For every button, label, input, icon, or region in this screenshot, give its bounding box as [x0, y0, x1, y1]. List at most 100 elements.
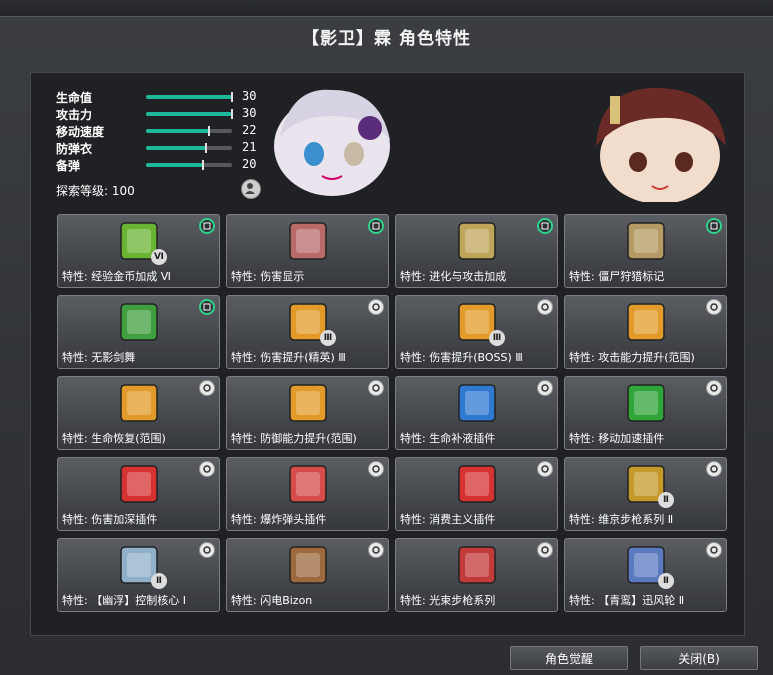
stat-value: 30 — [242, 106, 257, 120]
beam-rifle-icon — [458, 546, 496, 584]
trait-card[interactable]: 特性: 生命恢复(范围) — [57, 376, 220, 450]
gear-badge-icon — [706, 299, 722, 315]
window-title: 【影卫】霖 角色特性 — [302, 29, 471, 49]
trait-label: 特性: 爆炸弹头插件 — [231, 513, 327, 526]
trait-label: 特性: 生命补液插件 — [400, 432, 496, 445]
gear-badge-icon — [368, 299, 384, 315]
hourglass-badge-icon — [199, 299, 215, 315]
trait-label: 特性: 攻击能力提升(范围) — [569, 351, 695, 364]
shadow-dance-icon — [120, 303, 158, 341]
rank-badge: Ⅱ — [151, 573, 167, 589]
life-plugin-icon — [458, 384, 496, 422]
trait-label: 特性: 进化与攻击加成 — [400, 270, 507, 283]
stat-label: 移动速度 — [56, 125, 105, 139]
trait-label: 特性: 移动加速插件 — [569, 432, 665, 445]
trait-card[interactable]: 特性: 光束步枪系列 — [395, 538, 558, 612]
trait-label: 特性: 僵尸狩猎标记 — [569, 270, 665, 283]
trait-card[interactable]: Ⅱ 特性: 维京步枪系列 Ⅱ — [564, 457, 727, 531]
stat-row: 防弹衣 21 — [56, 140, 266, 157]
trait-card[interactable]: 特性: 闪电Bizon — [226, 538, 389, 612]
trait-card[interactable]: Ⅲ 特性: 伤害提升(精英) Ⅲ — [226, 295, 389, 369]
trait-card[interactable]: 特性: 移动加速插件 — [564, 376, 727, 450]
trait-card[interactable]: 特性: 无影剑舞 — [57, 295, 220, 369]
gear-badge-icon — [368, 380, 384, 396]
awaken-button[interactable]: 角色觉醒 — [510, 646, 628, 670]
stat-row: 移动速度 22 — [56, 123, 266, 140]
trait-card[interactable]: Ⅲ 特性: 伤害提升(BOSS) Ⅲ — [395, 295, 558, 369]
trait-label: 特性: 维京步枪系列 Ⅱ — [569, 513, 674, 526]
trait-label: 特性: 伤害提升(精英) Ⅲ — [231, 351, 346, 364]
character-portrait-right — [596, 87, 726, 202]
damage-display-icon — [289, 222, 327, 260]
trait-label: 特性: 伤害显示 — [231, 270, 305, 283]
list-badge-icon — [368, 461, 384, 477]
trait-label: 特性: 无影剑舞 — [62, 351, 136, 364]
trait-card[interactable]: 特性: 消费主义插件 — [395, 457, 558, 531]
stat-label: 生命值 — [56, 91, 93, 105]
stat-label: 攻击力 — [56, 108, 93, 122]
stat-row: 备弹 20 — [56, 157, 266, 174]
trait-label: 特性: 生命恢复(范围) — [62, 432, 166, 445]
consumer-plugin-icon — [458, 465, 496, 503]
trait-label: 特性: 防御能力提升(范围) — [231, 432, 357, 445]
dna-badge-icon — [537, 218, 553, 234]
person-icon — [245, 183, 255, 194]
gear-badge-icon — [199, 380, 215, 396]
explore-level: 探索等级: 100 — [56, 184, 135, 198]
gear-badge-icon — [537, 299, 553, 315]
stat-value: 20 — [242, 157, 257, 171]
trait-label: 特性: 【青鸾】迅风轮 Ⅱ — [569, 594, 685, 607]
stat-value: 21 — [242, 140, 257, 154]
attack-area-icon — [627, 303, 665, 341]
zombie-mark-icon — [627, 222, 665, 260]
stat-bar — [146, 92, 233, 102]
rank-badge: Ⅲ — [320, 330, 336, 346]
stat-label: 备弹 — [56, 159, 81, 173]
trait-card[interactable]: 特性: 进化与攻击加成 — [395, 214, 558, 288]
profile-button[interactable] — [241, 179, 261, 199]
stat-row: 攻击力 30 — [56, 106, 266, 123]
explosive-plugin-icon — [289, 465, 327, 503]
trait-label: 特性: 伤害提升(BOSS) Ⅲ — [400, 351, 523, 364]
trait-card[interactable]: 特性: 攻击能力提升(范围) — [564, 295, 727, 369]
damage-plugin-icon — [120, 465, 158, 503]
stat-bar — [146, 143, 232, 153]
trait-card[interactable]: Ⅵ 特性: 经验金币加成 Ⅵ — [57, 214, 220, 288]
speed-plugin-icon — [627, 384, 665, 422]
trait-card[interactable]: 特性: 生命补液插件 — [395, 376, 558, 450]
stat-row: 生命值 30 — [56, 89, 266, 106]
trait-card[interactable]: 特性: 僵尸狩猎标记 — [564, 214, 727, 288]
trait-card[interactable]: 特性: 爆炸弹头插件 — [226, 457, 389, 531]
trait-label: 特性: 光束步枪系列 — [400, 594, 496, 607]
dna-icon — [458, 222, 496, 260]
close-button[interactable]: 关闭(B) — [640, 646, 758, 670]
eye-badge-icon — [368, 218, 384, 234]
trait-card[interactable]: 特性: 伤害加深插件 — [57, 457, 220, 531]
rank-badge: Ⅱ — [658, 573, 674, 589]
trait-label: 特性: 闪电Bizon — [231, 594, 313, 607]
trait-card[interactable]: 特性: 伤害显示 — [226, 214, 389, 288]
trait-label: 特性: 经验金币加成 Ⅵ — [62, 270, 171, 283]
trait-card[interactable]: Ⅱ 特性: 【青鸾】迅风轮 Ⅱ — [564, 538, 727, 612]
defense-area-icon — [289, 384, 327, 422]
trait-label: 特性: 【幽浮】控制核心 Ⅰ — [62, 594, 186, 607]
stat-value: 30 — [242, 89, 257, 103]
stat-label: 防弹衣 — [56, 142, 93, 156]
rifle-badge-icon — [706, 461, 722, 477]
stats-list: 生命值 30 攻击力 30 移动速度 22 防弹衣 21 备弹 20 — [56, 89, 266, 174]
trait-card[interactable]: 特性: 防御能力提升(范围) — [226, 376, 389, 450]
trait-label: 特性: 消费主义插件 — [400, 513, 496, 526]
character-portrait-left — [274, 89, 390, 196]
rank-badge: Ⅱ — [658, 492, 674, 508]
rifle-badge-icon — [368, 542, 384, 558]
list-badge-icon — [706, 380, 722, 396]
dna-badge-icon — [706, 218, 722, 234]
rifle-badge-icon — [199, 542, 215, 558]
stat-bar — [146, 126, 232, 136]
stat-bar — [146, 109, 233, 119]
book-badge-icon — [199, 218, 215, 234]
rank-badge: Ⅲ — [489, 330, 505, 346]
trait-card[interactable]: Ⅱ 特性: 【幽浮】控制核心 Ⅰ — [57, 538, 220, 612]
rank-badge: Ⅵ — [151, 249, 167, 265]
rifle-badge-icon — [537, 542, 553, 558]
